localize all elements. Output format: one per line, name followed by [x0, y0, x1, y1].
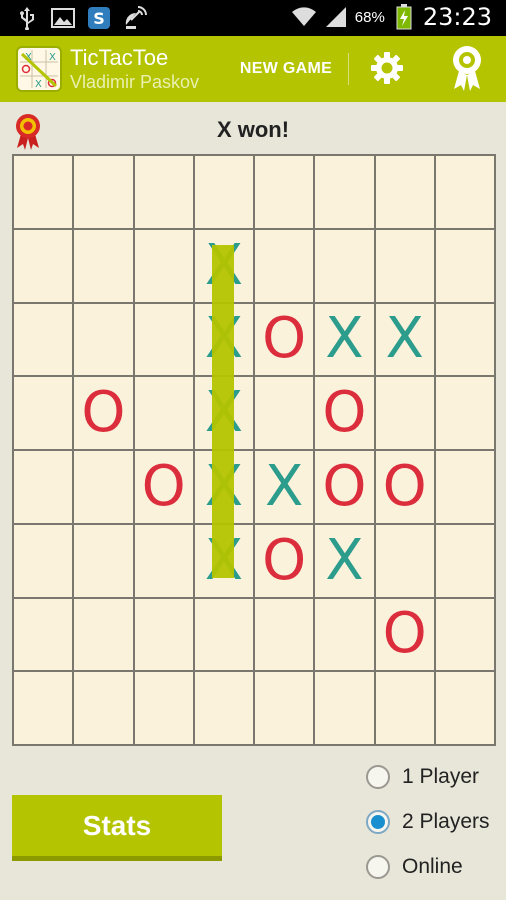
stats-button[interactable]: Stats — [12, 795, 222, 861]
board-cell[interactable] — [74, 303, 133, 376]
clock: 23:23 — [422, 3, 492, 31]
board-cell[interactable] — [194, 672, 253, 744]
board-cell[interactable] — [435, 672, 494, 744]
radio-two-players[interactable]: 2 Players — [366, 807, 490, 837]
radio-one-player[interactable]: 1 Player — [366, 762, 479, 792]
board-cell[interactable]: O — [74, 377, 133, 449]
board-cell[interactable] — [14, 303, 73, 376]
board-cell[interactable] — [134, 377, 193, 449]
game-status: X won! — [216, 117, 290, 142]
board-cell[interactable] — [74, 156, 133, 228]
board-cell[interactable]: O — [315, 451, 374, 523]
board-cell[interactable] — [255, 377, 314, 449]
board-cell[interactable] — [315, 598, 374, 671]
new-game-button[interactable]: NEW GAME — [230, 50, 342, 88]
board-cell[interactable]: X — [315, 303, 374, 376]
board-cell[interactable]: X — [375, 303, 434, 376]
board-cell[interactable] — [74, 451, 133, 523]
board-cell[interactable] — [134, 598, 193, 671]
board-cell[interactable] — [14, 451, 73, 523]
usb-icon — [14, 5, 40, 31]
app-icon[interactable]: X X X — [16, 46, 62, 92]
board-cell[interactable] — [255, 156, 314, 228]
board-cell[interactable] — [14, 156, 73, 228]
board-cell[interactable] — [14, 672, 73, 744]
board-cell[interactable]: O — [375, 451, 434, 523]
image-icon — [50, 5, 76, 31]
board-cell[interactable] — [315, 229, 374, 302]
board-cell[interactable] — [315, 672, 374, 744]
board-cell[interactable] — [435, 377, 494, 449]
radio-button-checked-icon[interactable] — [366, 810, 390, 834]
radio-label: 1 Player — [402, 765, 480, 788]
board-cell[interactable] — [375, 524, 434, 597]
board-cell[interactable] — [74, 524, 133, 597]
wifi-icon — [291, 4, 317, 30]
radio-online[interactable]: Online — [366, 852, 463, 882]
radio-label: Online — [402, 855, 463, 878]
board-cell[interactable] — [134, 156, 193, 228]
board-cell[interactable] — [14, 377, 73, 449]
board-cell[interactable] — [134, 303, 193, 376]
board-cell[interactable] — [14, 598, 73, 671]
board-cell[interactable] — [74, 229, 133, 302]
status-bar-notifications: S — [14, 5, 148, 31]
board-cell[interactable] — [375, 156, 434, 228]
board-cell[interactable] — [375, 229, 434, 302]
award-ribbon-icon — [450, 45, 484, 96]
board-cell[interactable] — [74, 672, 133, 744]
achievements-button[interactable] — [442, 44, 492, 96]
board-cell[interactable] — [315, 156, 374, 228]
board-cell[interactable] — [375, 672, 434, 744]
board-cell[interactable]: O — [134, 451, 193, 523]
board-cell[interactable] — [435, 524, 494, 597]
board-cell[interactable] — [435, 156, 494, 228]
board-cell[interactable]: O — [255, 303, 314, 376]
radio-label: 2 Players — [402, 810, 490, 833]
status-bar-system: 68% 23:23 — [291, 3, 492, 31]
board-cell[interactable]: O — [315, 377, 374, 449]
status-bar: S 68% 23:23 — [0, 0, 506, 36]
settings-button[interactable] — [364, 47, 410, 93]
board-cell[interactable] — [134, 524, 193, 597]
board-cell[interactable] — [194, 598, 253, 671]
board-cell[interactable] — [435, 451, 494, 523]
board-cell[interactable] — [435, 598, 494, 671]
board-cell[interactable] — [255, 229, 314, 302]
game-board: XXOXXOXOOXXOOXOXO — [12, 154, 496, 746]
radio-button-icon[interactable] — [366, 855, 390, 879]
board-cell[interactable]: X — [255, 451, 314, 523]
board-cell[interactable] — [134, 229, 193, 302]
board-cell[interactable] — [134, 672, 193, 744]
satellite-icon — [122, 5, 148, 31]
battery-icon — [391, 4, 417, 30]
board-cell[interactable] — [14, 524, 73, 597]
radio-button-icon[interactable] — [366, 765, 390, 789]
svg-text:S: S — [93, 9, 105, 28]
board-cell[interactable] — [255, 598, 314, 671]
app-title: TicTacToe — [70, 45, 169, 70]
gear-icon — [370, 51, 404, 90]
skype-icon: S — [86, 5, 112, 31]
board-cell[interactable] — [14, 229, 73, 302]
board-cell[interactable] — [194, 156, 253, 228]
board-cell[interactable]: O — [375, 598, 434, 671]
action-bar: X X X TicTacToe Vladimir Paskov NEW GAME — [0, 36, 506, 102]
board-cell[interactable] — [74, 598, 133, 671]
svg-text:X: X — [35, 79, 42, 90]
board-cell[interactable] — [435, 303, 494, 376]
board-cell[interactable] — [255, 672, 314, 744]
svg-text:X: X — [49, 52, 56, 63]
signal-icon — [323, 4, 349, 30]
action-bar-divider — [348, 53, 349, 85]
board-cell[interactable]: O — [255, 524, 314, 597]
board-cell[interactable] — [435, 229, 494, 302]
app-subtitle: Vladimir Paskov — [70, 72, 200, 92]
board-cell[interactable]: X — [315, 524, 374, 597]
battery-percent: 68% — [354, 8, 385, 26]
board-cell[interactable] — [375, 377, 434, 449]
win-line — [212, 245, 234, 578]
